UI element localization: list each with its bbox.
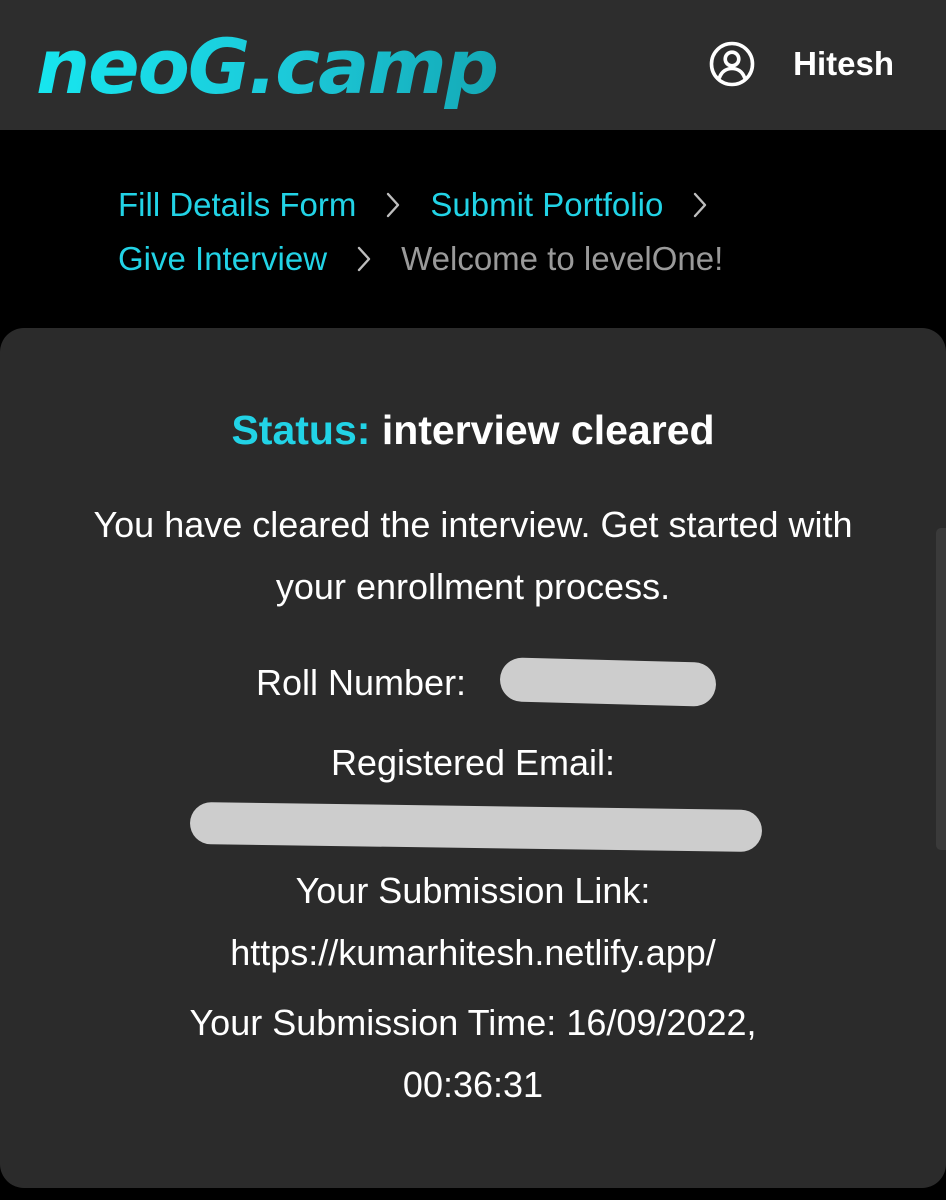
breadcrumb-row-1: Fill Details Form Submit Portfolio	[118, 178, 878, 232]
submission-link-label: Your Submission Link:	[295, 870, 651, 911]
roll-number-label: Roll Number:	[256, 662, 467, 703]
breadcrumb: Fill Details Form Submit Portfolio Give …	[118, 178, 878, 286]
breadcrumb-give-interview[interactable]: Give Interview	[118, 232, 327, 286]
chevron-right-icon	[327, 239, 401, 279]
status-label: Status:	[231, 407, 371, 453]
chevron-right-icon	[356, 185, 430, 225]
breadcrumb-fill-details-form[interactable]: Fill Details Form	[118, 178, 356, 232]
redacted-email	[189, 802, 763, 852]
submission-link[interactable]: https://kumarhitesh.netlify.app/	[0, 922, 946, 984]
breadcrumb-row-2: Give Interview Welcome to levelOne!	[118, 232, 878, 286]
registered-email-label: Registered Email:	[330, 742, 616, 783]
redacted-roll-number	[499, 657, 717, 707]
user-name[interactable]: Hitesh	[793, 44, 894, 84]
breadcrumb-submit-portfolio[interactable]: Submit Portfolio	[430, 178, 663, 232]
roll-number-row: Roll Number:	[0, 652, 946, 714]
submission-time-label: Your Submission Time:	[189, 1002, 557, 1043]
status-message: You have cleared the interview. Get star…	[93, 504, 853, 607]
status-value: interview cleared	[381, 407, 715, 453]
neog-camp-logo[interactable]: neoG.camp	[36, 22, 499, 112]
submission-time: Your Submission Time: 16/09/2022, 00:36:…	[0, 992, 946, 1116]
chevron-right-icon	[663, 185, 737, 225]
breadcrumb-current-page: Welcome to levelOne!	[401, 240, 724, 277]
top-navbar: neoG.camp Hitesh	[0, 0, 946, 130]
status-heading: Status: interview cleared	[0, 402, 946, 458]
user-circle-icon	[709, 41, 755, 87]
user-menu[interactable]: Hitesh	[709, 38, 894, 90]
